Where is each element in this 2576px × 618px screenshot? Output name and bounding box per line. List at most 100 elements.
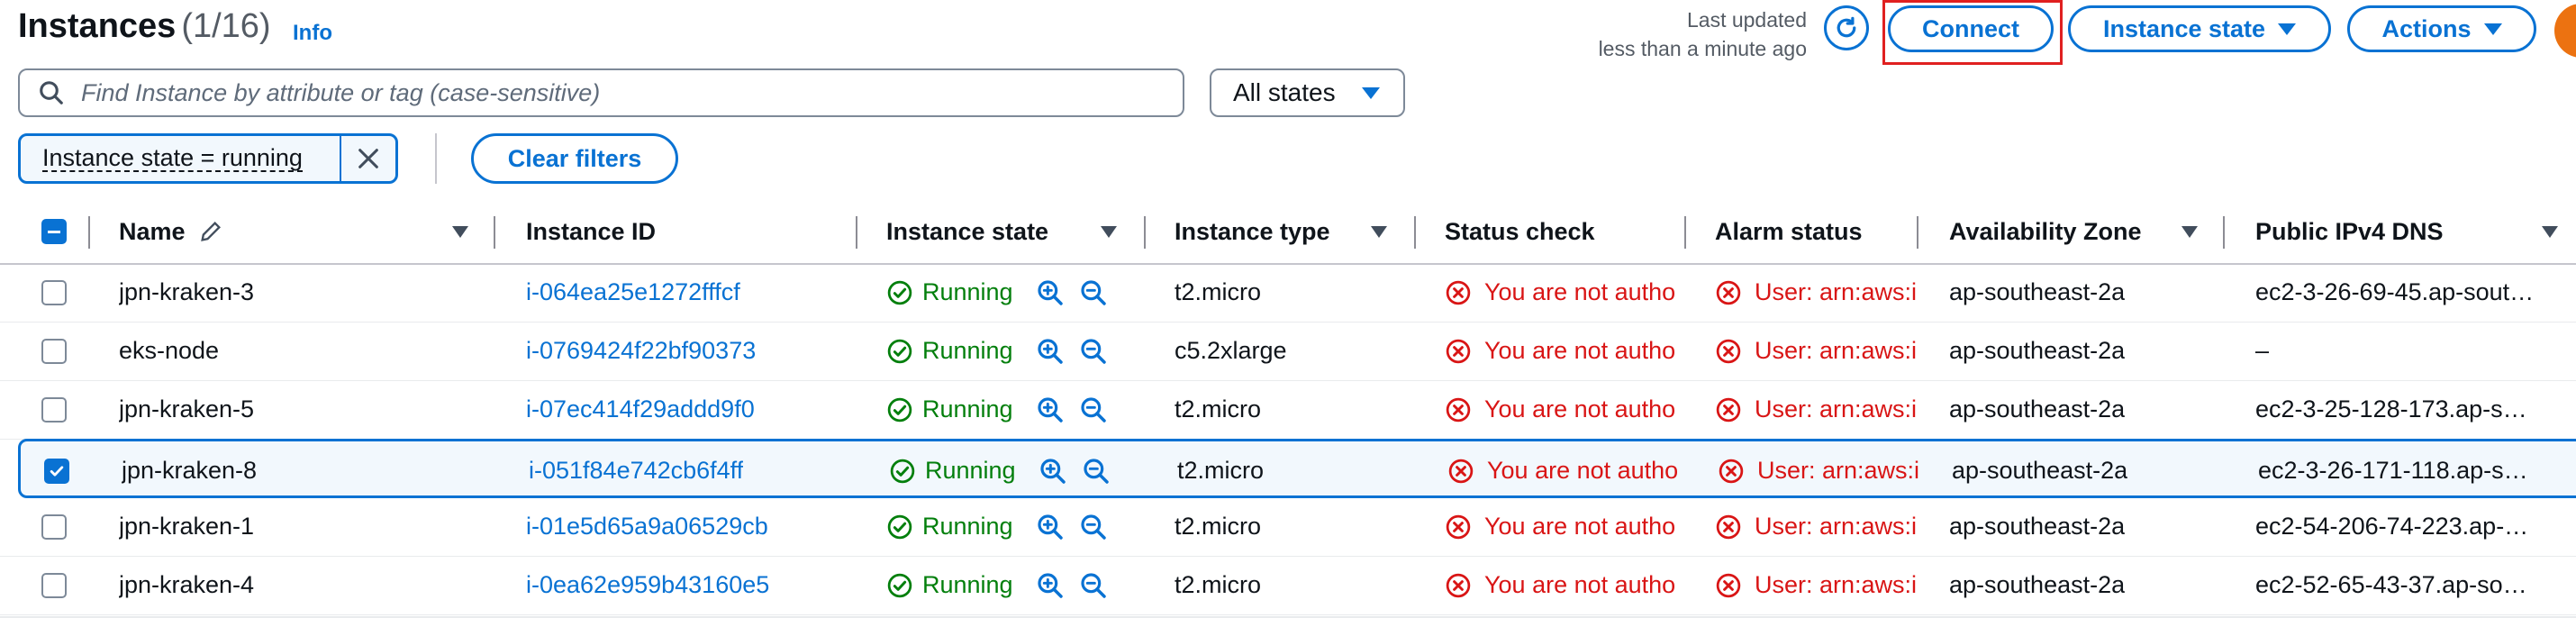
column-label: Instance ID (526, 217, 657, 245)
instance-id-link[interactable]: i-064ea25e1272fffcf (526, 263, 740, 322)
alarm-status-text: User: arn:aws:i (1755, 395, 1918, 423)
availability-zone: ap-southeast-2a (1949, 571, 2126, 598)
column-header-alarm-status[interactable]: Alarm status (1715, 200, 1863, 263)
refresh-button[interactable] (1824, 5, 1869, 50)
search-input[interactable] (79, 77, 1183, 108)
column-separator (494, 216, 495, 249)
row-checkbox[interactable] (44, 441, 69, 500)
public-ipv4-dns: ec2-54-206-74-223.ap-… (2255, 513, 2529, 540)
instance-state: Running (886, 556, 1013, 614)
select-all-checkbox[interactable] (41, 200, 67, 263)
row-checkbox[interactable] (41, 497, 67, 556)
table-row[interactable]: jpn-kraken-4 i-0ea62e959b43160e5 Running t2… (0, 556, 2576, 615)
column-header-instance-type[interactable]: Instance type (1175, 200, 1330, 263)
table-row[interactable]: jpn-kraken-8 i-051f84e742cb6f4ff Running t2… (18, 439, 2576, 498)
last-updated-time: less than a minute ago (1598, 37, 1807, 60)
instance-id-link[interactable]: i-01e5d65a9a06529cb (526, 497, 768, 556)
zoom-in-icon[interactable] (1036, 263, 1065, 322)
instance-state-label: Running (922, 571, 1013, 598)
status-check-text: You are not autho (1484, 337, 1676, 364)
column-header-instance-state[interactable]: Instance state (886, 200, 1048, 263)
public-ipv4-dns: ec2-3-25-128-173.ap-s… (2255, 395, 2527, 423)
instance-type: t2.micro (1175, 513, 1262, 540)
zoom-out-icon[interactable] (1079, 556, 1108, 614)
column-label: Availability Zone (1949, 217, 2142, 245)
row-checkbox[interactable] (41, 556, 67, 614)
row-checkbox[interactable] (41, 380, 67, 439)
alarm-status: User: arn:aws:i (1715, 556, 1918, 614)
instance-state: Running (889, 441, 1016, 500)
table-row[interactable]: jpn-kraken-5 i-07ec414f29addd9f0 Running t2… (0, 380, 2576, 440)
availability-zone: ap-southeast-2a (1952, 457, 2128, 484)
row-checkbox[interactable] (41, 263, 67, 322)
last-updated-label: Last updated (1686, 8, 1807, 32)
column-header-availability-zone[interactable]: Availability Zone (1949, 200, 2142, 263)
sort-icon[interactable] (1371, 200, 1387, 263)
zoom-in-icon[interactable] (1039, 441, 1067, 500)
refresh-icon (1837, 16, 1856, 38)
instance-name: eks-node (119, 337, 220, 364)
public-ipv4-dns: ec2-52-65-43-37.ap-so… (2255, 571, 2527, 598)
instance-type: t2.micro (1175, 395, 1262, 423)
column-label: Instance state (886, 217, 1049, 245)
error-icon (1718, 458, 1745, 485)
error-icon (1715, 396, 1742, 423)
remove-filter-button[interactable] (340, 136, 395, 181)
sort-icon[interactable] (452, 200, 468, 263)
state-filter-select[interactable]: All states (1210, 68, 1405, 117)
filter-token-label: Instance state = running (42, 144, 303, 172)
error-icon (1715, 572, 1742, 599)
availability-zone: ap-southeast-2a (1949, 278, 2126, 305)
status-check: You are not autho (1445, 380, 1688, 439)
error-icon (1445, 513, 1472, 541)
status-check-text: You are not autho (1484, 513, 1676, 540)
instance-id-link[interactable]: i-0769424f22bf90373 (526, 322, 756, 380)
zoom-in-icon[interactable] (1036, 380, 1065, 439)
table-row[interactable]: jpn-kraken-1 i-01e5d65a9a06529cb Running t2… (0, 497, 2576, 557)
column-label: Alarm status (1715, 217, 1863, 245)
check-circle-icon (886, 572, 913, 599)
zoom-out-icon[interactable] (1079, 263, 1108, 322)
info-link[interactable]: Info (293, 21, 332, 46)
instance-state-label: Running (922, 278, 1013, 305)
table-row[interactable]: jpn-kraken-3 i-064ea25e1272fffcf Running t2… (0, 263, 2576, 323)
clear-filters-button[interactable]: Clear filters (471, 133, 678, 184)
column-header-name[interactable]: Name (119, 200, 223, 263)
row-checkbox[interactable] (41, 322, 67, 380)
error-icon (1715, 338, 1742, 365)
check-circle-icon (886, 338, 913, 365)
sort-icon[interactable] (1101, 200, 1117, 263)
table-row[interactable]: eks-node i-0769424f22bf90373 Running c5.2xl… (0, 322, 2576, 381)
column-label: Name (119, 217, 186, 245)
status-check-text: You are not autho (1487, 457, 1679, 484)
error-icon (1715, 279, 1742, 306)
column-header-instance-id[interactable]: Instance ID (526, 200, 656, 263)
search-box[interactable] (18, 68, 1184, 117)
zoom-out-icon[interactable] (1079, 380, 1108, 439)
column-header-status-check[interactable]: Status check (1445, 200, 1595, 263)
alarm-status: User: arn:aws:i (1718, 441, 1921, 500)
instance-id-link[interactable]: i-07ec414f29addd9f0 (526, 380, 755, 439)
sort-icon[interactable] (2542, 200, 2558, 263)
instance-id-link[interactable]: i-051f84e742cb6f4ff (529, 441, 743, 500)
sort-icon[interactable] (2181, 200, 2198, 263)
avatar[interactable] (2554, 4, 2576, 58)
instance-state: Running (886, 497, 1013, 556)
zoom-out-icon[interactable] (1082, 441, 1111, 500)
instance-id-link[interactable]: i-0ea62e959b43160e5 (526, 556, 769, 614)
alarm-status-text: User: arn:aws:i (1757, 457, 1920, 484)
error-icon (1445, 396, 1472, 423)
instance-state-button[interactable]: Instance state (2068, 5, 2331, 52)
alarm-status: User: arn:aws:i (1715, 322, 1918, 380)
checkbox-unchecked (41, 572, 67, 598)
column-header-public-ipv4-dns[interactable]: Public IPv4 DNS (2255, 200, 2444, 263)
filter-token[interactable]: Instance state = running (18, 133, 398, 184)
zoom-in-icon[interactable] (1036, 556, 1065, 614)
zoom-out-icon[interactable] (1079, 497, 1108, 556)
zoom-in-icon[interactable] (1036, 497, 1065, 556)
zoom-in-icon[interactable] (1036, 322, 1065, 380)
alarm-status-text: User: arn:aws:i (1755, 337, 1918, 364)
zoom-out-icon[interactable] (1079, 322, 1108, 380)
actions-button[interactable]: Actions (2347, 5, 2536, 52)
instance-state-label: Running (922, 337, 1013, 364)
